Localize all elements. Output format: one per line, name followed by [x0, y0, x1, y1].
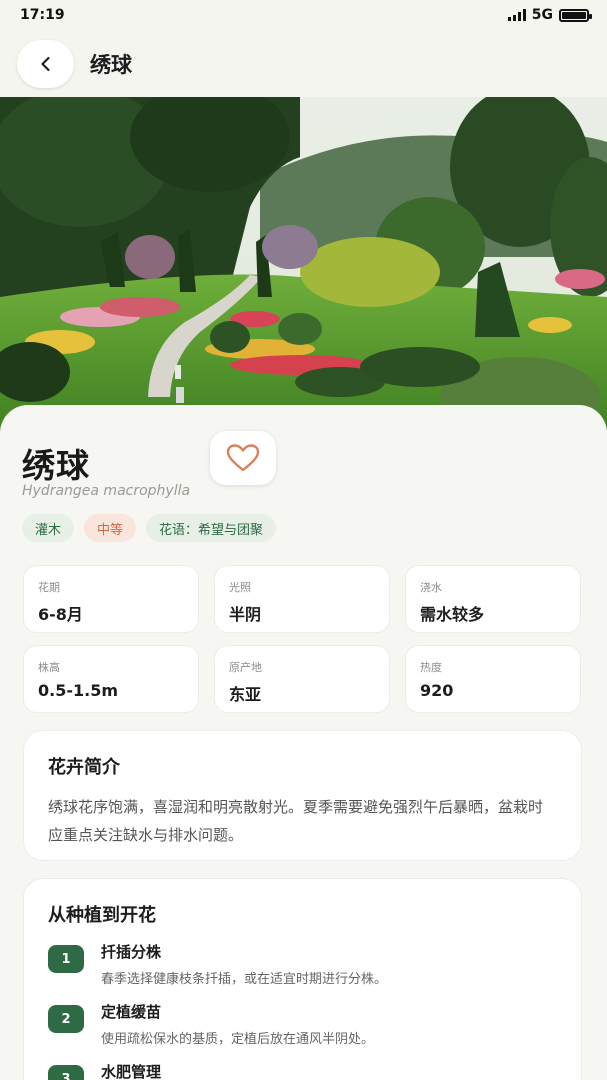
step-item: 2 定植缓苗 使用疏松保水的基质，定植后放在通风半阴处。 [48, 1001, 557, 1047]
intro-card: 花卉简介 绣球花序饱满，喜湿润和明亮散射光。夏季需要避免强烈午后暴晒，盆栽时应重… [23, 730, 582, 861]
battery-icon [559, 8, 592, 22]
signal-icon [507, 9, 526, 21]
stat-value: 920 [420, 681, 454, 700]
stat-card: 热度 920 [405, 645, 581, 713]
status-time: 17:19 [20, 7, 65, 23]
network-label: 5G [531, 7, 553, 23]
step-body: 定植缓苗 使用疏松保水的基质，定植后放在通风半阴处。 [101, 1001, 374, 1047]
stat-label: 原产地 [229, 661, 262, 674]
top-nav: 绣球 [0, 30, 607, 97]
tag-type: 灌木 [22, 514, 75, 542]
steps-card: 从种植到开花 1 扦插分株 春季选择健康枝条扦插，或在适宜时期进行分株。 2 定… [23, 878, 582, 1080]
tag-flower-language: 花语：希望与团聚 [146, 514, 277, 542]
hero-image [0, 97, 607, 437]
stat-label: 热度 [420, 661, 442, 674]
stat-label: 花期 [38, 581, 60, 594]
stat-value: 半阴 [229, 605, 262, 624]
heart-outline-icon [226, 444, 260, 472]
intro-text: 绣球花序饱满，喜湿润和明亮散射光。夏季需要避免强烈午后暴晒，盆栽时应重点关注缺水… [48, 798, 544, 844]
stat-card: 浇水 需水较多 [405, 565, 581, 633]
step-body: 扦插分株 春季选择健康枝条扦插，或在适宜时期进行分株。 [101, 941, 387, 987]
step-number-badge: 3 [48, 1065, 84, 1080]
stat-value: 需水较多 [420, 605, 485, 624]
step-desc: 春季选择健康枝条扦插，或在适宜时期进行分株。 [101, 972, 388, 987]
plant-detail-page: 17:19 5G 绣球 绣球 Hydrangea macrophylla 灌木 … [0, 0, 607, 1080]
step-title: 水肥管理 [101, 1063, 162, 1080]
status-bar: 17:19 5G [0, 0, 607, 30]
back-button[interactable] [17, 39, 74, 88]
stat-card: 光照 半阴 [214, 565, 390, 633]
stat-value: 6-8月 [38, 605, 83, 624]
status-right: 5G [507, 7, 592, 23]
nav-title: 绣球 [90, 52, 132, 77]
step-item: 3 水肥管理 [48, 1061, 557, 1080]
stat-card: 株高 0.5-1.5m [23, 645, 199, 713]
stat-card: 花期 6-8月 [23, 565, 199, 633]
stats-grid: 花期 6-8月 光照 半阴 浇水 需水较多 株高 0.5-1.5m 原产地 东亚… [23, 565, 582, 713]
stat-card: 原产地 东亚 [214, 645, 390, 713]
step-desc: 使用疏松保水的基质，定植后放在通风半阴处。 [101, 1032, 375, 1047]
detail-sheet: 绣球 Hydrangea macrophylla 灌木 中等 花语：希望与团聚 … [0, 405, 607, 1080]
plant-latin-name: Hydrangea macrophylla [22, 483, 191, 499]
intro-title: 花卉简介 [48, 757, 120, 778]
tag-difficulty: 中等 [84, 514, 137, 542]
stat-label: 光照 [229, 581, 251, 594]
step-item: 1 扦插分株 春季选择健康枝条扦插，或在适宜时期进行分株。 [48, 941, 557, 987]
tag-list: 灌木 中等 花语：希望与团聚 [22, 514, 277, 542]
stat-label: 浇水 [420, 581, 442, 594]
steps-title: 从种植到开花 [48, 905, 156, 926]
step-number-badge: 2 [48, 1005, 84, 1033]
favorite-button[interactable] [210, 431, 276, 485]
chevron-left-icon [40, 56, 50, 71]
stat-value: 东亚 [229, 685, 262, 704]
step-title: 扦插分株 [101, 943, 162, 961]
step-body: 水肥管理 [101, 1061, 161, 1080]
step-title: 定植缓苗 [101, 1003, 162, 1021]
stat-value: 0.5-1.5m [38, 681, 118, 700]
plant-name: 绣球 [22, 446, 90, 485]
stat-label: 株高 [38, 661, 60, 674]
step-number-badge: 1 [48, 945, 84, 973]
